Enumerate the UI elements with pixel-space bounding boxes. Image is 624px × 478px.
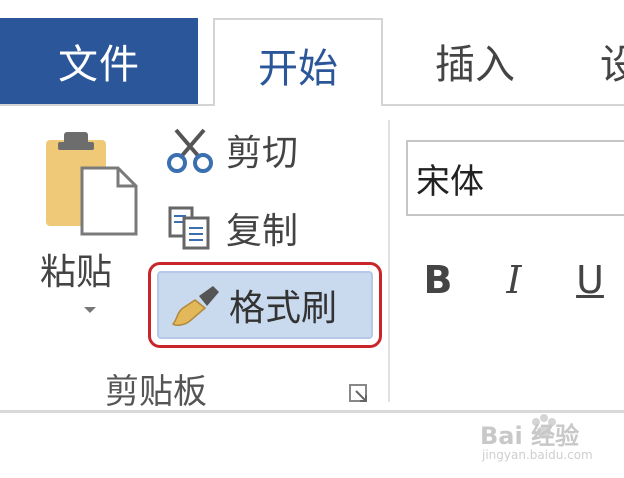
group-separator [388,120,390,402]
paste-icon[interactable] [40,128,140,238]
scissors-icon [167,128,213,173]
format-painter-highlight[interactable]: 格式刷 [148,262,382,348]
clipboard-group-label: 剪贴板 [105,372,207,412]
format-painter-button[interactable]: 格式刷 [157,271,373,339]
underline-button[interactable]: U [570,258,610,302]
dialog-launcher-icon[interactable] [348,383,370,405]
bold-button[interactable]: B [418,258,458,302]
tab-design-partial[interactable]: 设 [600,18,624,104]
copy-button[interactable]: 复制 [164,200,298,256]
tab-home[interactable]: 开始 [213,18,383,110]
cut-button[interactable]: 剪切 [164,122,298,178]
copy-icon [168,206,210,250]
italic-button[interactable]: I [494,258,534,302]
ribbon-tab-bar: 文件 开始 插入 设 [0,0,624,110]
chevron-down-icon[interactable] [80,300,100,320]
paintbrush-icon [171,286,219,326]
tab-insert[interactable]: 插入 [405,18,545,104]
font-name-select[interactable]: 宋体 [406,140,624,216]
font-name-value: 宋体 [416,161,484,202]
paste-label[interactable]: 粘贴 [40,243,112,295]
watermark-text: Bai 经验 [480,422,580,450]
cut-label: 剪切 [226,133,299,174]
tab-file[interactable]: 文件 [0,18,198,104]
watermark-url: jingyan.baidu.com [482,448,593,462]
format-painter-label: 格式刷 [229,288,338,329]
copy-label: 复制 [226,211,299,252]
